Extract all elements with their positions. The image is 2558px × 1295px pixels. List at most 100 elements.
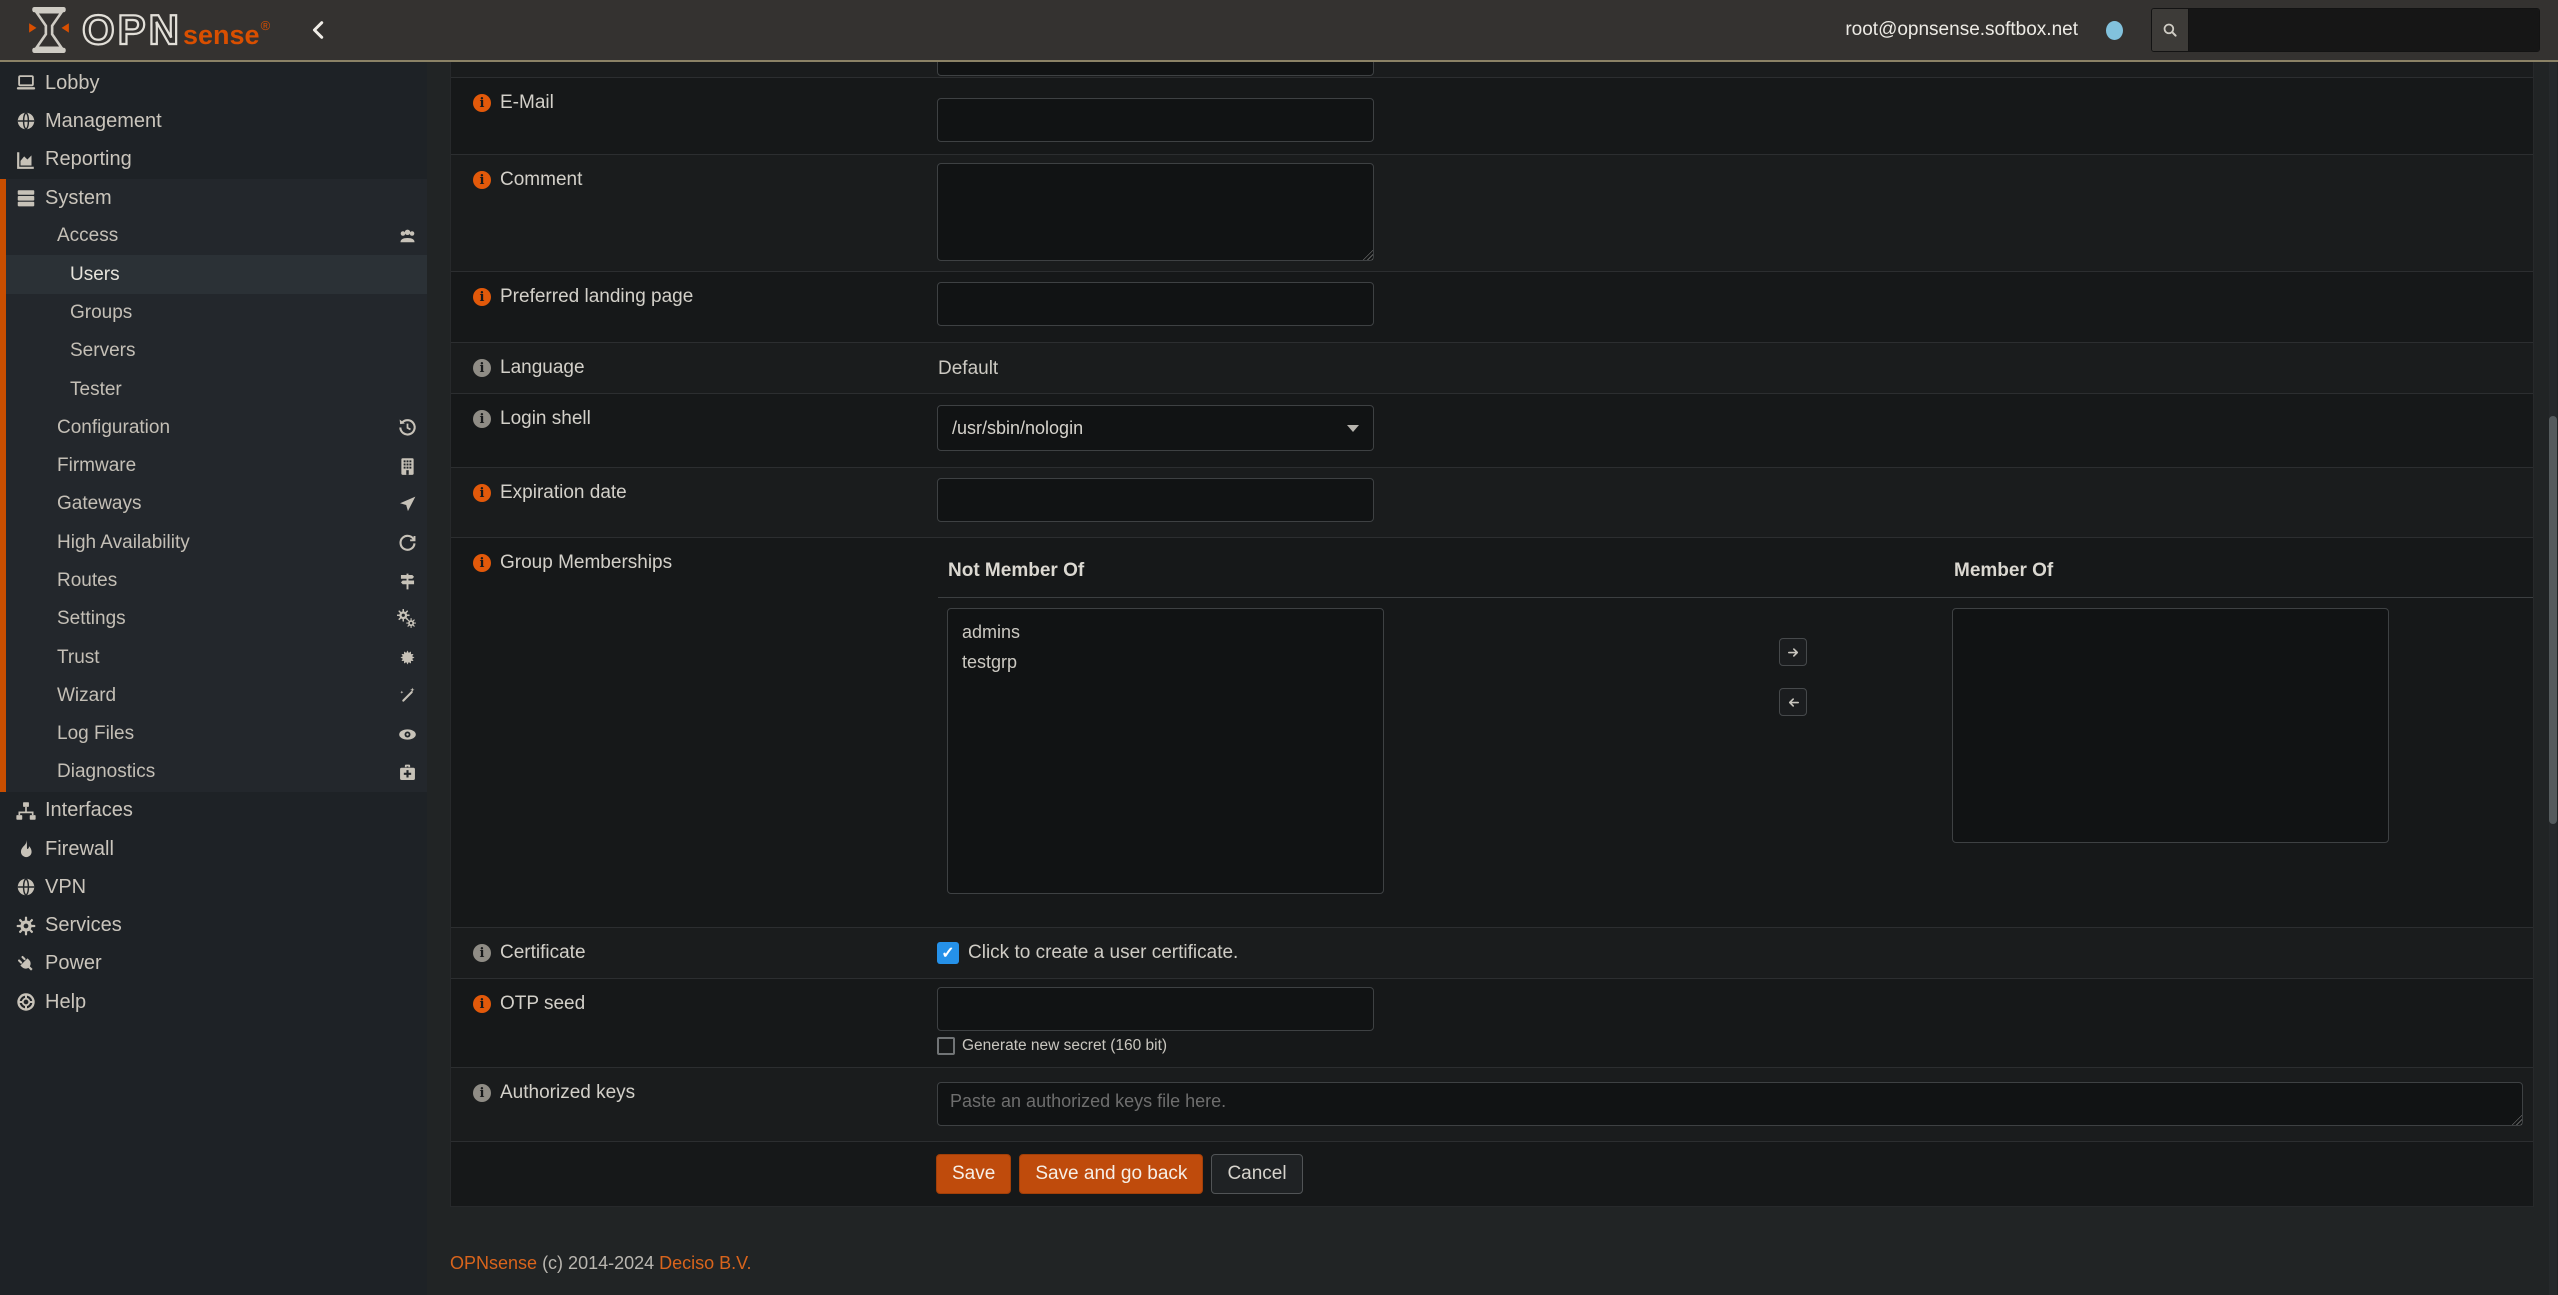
member-of-listbox[interactable]	[1952, 608, 2389, 843]
field-label: Authorized keys	[500, 1082, 635, 1104]
sidebar-item-lobby[interactable]: Lobby	[0, 64, 427, 102]
sidebar-item-configuration[interactable]: Configuration	[6, 409, 427, 447]
login-shell-value: /usr/sbin/nologin	[952, 418, 1083, 439]
comment-textarea[interactable]	[937, 163, 1374, 261]
sidebar-item-firmware[interactable]: Firmware	[6, 447, 427, 485]
otp-seed-input[interactable]	[937, 987, 1374, 1031]
sidebar-item-tester[interactable]: Tester	[6, 370, 427, 408]
info-icon[interactable]: i	[473, 1084, 491, 1102]
field-label: Group Memberships	[500, 552, 672, 574]
brand-sense: sense	[183, 22, 260, 49]
arrow-right-icon	[1786, 645, 1801, 660]
top-bar: OPNsense® root@opnsense.softbox.net	[0, 0, 2558, 62]
info-icon[interactable]: i	[473, 410, 491, 428]
vertical-scrollbar[interactable]	[2549, 62, 2557, 1295]
cogs-icon	[397, 609, 418, 630]
header-search-group	[2151, 8, 2540, 52]
form-row-authorized-keys: i Authorized keys	[451, 1068, 2533, 1142]
sidebar-item-routes[interactable]: Routes	[6, 562, 427, 600]
authorized-keys-textarea[interactable]	[937, 1082, 2523, 1126]
scrollbar-thumb[interactable]	[2549, 416, 2557, 824]
email-input[interactable]	[937, 98, 1374, 142]
preferred-landing-page-input[interactable]	[937, 282, 1374, 326]
group-option-testgrp[interactable]: testgrp	[948, 647, 1383, 677]
form-row-otp-seed: i OTP seed Generate new secret (160 bit)	[451, 979, 2533, 1068]
header-search-input[interactable]	[2189, 9, 2539, 51]
field-label: OTP seed	[500, 993, 585, 1015]
info-icon[interactable]: i	[473, 171, 491, 189]
sidebar-item-trust[interactable]: Trust	[6, 638, 427, 676]
sidebar-item-access[interactable]: Access	[6, 217, 427, 255]
save-and-go-back-button[interactable]: Save and go back	[1019, 1154, 1203, 1194]
field-label: Comment	[500, 169, 582, 191]
search-icon[interactable]	[2152, 9, 2189, 51]
info-icon[interactable]: i	[473, 995, 491, 1013]
save-button[interactable]: Save	[936, 1154, 1011, 1194]
info-icon[interactable]: i	[473, 359, 491, 377]
certificate-checkbox[interactable]	[937, 942, 959, 964]
form-row-expiration-date: i Expiration date	[451, 468, 2533, 538]
sidebar-item-firewall[interactable]: Firewall	[0, 830, 427, 868]
sidebar-item-system[interactable]: System	[6, 179, 427, 217]
info-icon[interactable]: i	[473, 288, 491, 306]
sidebar-section-system: System Access Users Groups Servers Teste…	[0, 179, 427, 792]
sidebar-item-settings[interactable]: Settings	[6, 600, 427, 638]
sidebar-item-servers[interactable]: Servers	[6, 332, 427, 370]
sidebar-collapse-button[interactable]	[304, 15, 334, 45]
add-to-group-button[interactable]	[1779, 638, 1807, 666]
field-label: Language	[500, 357, 585, 379]
registered-trademark: ®	[261, 18, 271, 33]
sidebar-item-vpn[interactable]: VPN	[0, 868, 427, 906]
user-edit-form: i E-Mail i Comment	[450, 62, 2534, 1207]
sidebar-item-diagnostics[interactable]: Diagnostics	[6, 753, 427, 791]
status-indicator-dot[interactable]	[2106, 21, 2123, 40]
chevron-left-icon	[308, 19, 330, 41]
hourglass-logo-icon	[28, 7, 70, 53]
opnsense-link[interactable]: OPNsense	[450, 1253, 537, 1273]
deciso-link[interactable]: Deciso B.V.	[659, 1253, 751, 1273]
partial-top-input[interactable]	[937, 62, 1374, 76]
form-row-landing-page: i Preferred landing page	[451, 272, 2533, 343]
generate-secret-checkbox[interactable]	[937, 1037, 955, 1055]
opnsense-app: OPNsense® root@opnsense.softbox.net Lobb…	[0, 0, 2558, 1295]
not-member-of-listbox[interactable]: admins testgrp	[947, 608, 1384, 894]
info-icon[interactable]: i	[473, 484, 491, 502]
brand-logo[interactable]: OPNsense®	[0, 7, 270, 53]
sidebar-item-help[interactable]: Help	[0, 983, 427, 1021]
cancel-button[interactable]: Cancel	[1211, 1154, 1302, 1194]
form-row-language: i Language Default	[451, 343, 2533, 394]
field-label: Login shell	[500, 408, 591, 430]
group-option-admins[interactable]: admins	[948, 617, 1383, 647]
sidebar-item-wizard[interactable]: Wizard	[6, 677, 427, 715]
sidebar-item-gateways[interactable]: Gateways	[6, 485, 427, 523]
sidebar-item-services[interactable]: Services	[0, 907, 427, 945]
sidebar-item-management[interactable]: Management	[0, 102, 427, 140]
users-icon	[397, 226, 418, 247]
field-label: Preferred landing page	[500, 286, 693, 308]
sidebar-item-power[interactable]: Power	[0, 945, 427, 983]
location-arrow-icon	[397, 494, 418, 515]
sidebar-item-groups[interactable]: Groups	[6, 294, 427, 332]
form-row-email: i E-Mail	[451, 78, 2533, 155]
top-bar-right: root@opnsense.softbox.net	[1845, 8, 2558, 52]
sidebar-item-users[interactable]: Users	[6, 255, 427, 293]
info-icon[interactable]: i	[473, 554, 491, 572]
sidebar-item-log-files[interactable]: Log Files	[6, 715, 427, 753]
form-row-certificate: i Certificate Click to create a user cer…	[451, 928, 2533, 979]
info-icon[interactable]: i	[473, 94, 491, 112]
brand-text: OPNsense®	[82, 9, 270, 51]
life-ring-icon	[13, 991, 39, 1013]
plug-icon	[13, 953, 39, 975]
expiration-date-input[interactable]	[937, 478, 1374, 522]
sidebar-item-reporting[interactable]: Reporting	[0, 141, 427, 179]
generate-secret-label: Generate new secret (160 bit)	[962, 1037, 1167, 1055]
sidebar-item-high-availability[interactable]: High Availability	[6, 524, 427, 562]
remove-from-group-button[interactable]	[1779, 688, 1807, 716]
login-shell-select[interactable]: /usr/sbin/nologin	[937, 405, 1374, 451]
info-icon[interactable]: i	[473, 944, 491, 962]
sidebar-item-interfaces[interactable]: Interfaces	[0, 792, 427, 830]
field-label: E-Mail	[500, 92, 554, 114]
form-row-actions: Save Save and go back Cancel	[451, 1142, 2533, 1206]
field-label: Expiration date	[500, 482, 627, 504]
globe-icon	[13, 876, 39, 898]
